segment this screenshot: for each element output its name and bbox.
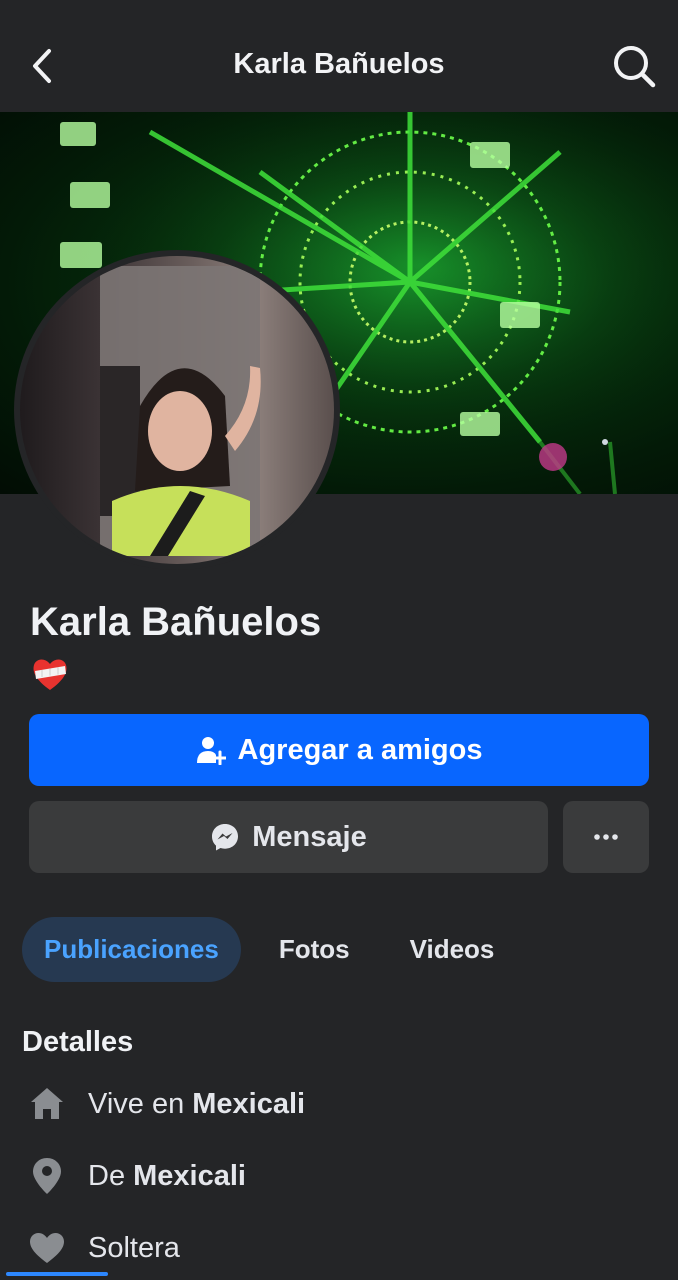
add-friend-icon [196,737,226,765]
home-icon [28,1085,66,1123]
profile-photo[interactable] [14,250,340,570]
mending-heart-emoji-icon [33,659,67,690]
more-dots-icon [594,834,618,840]
detail-from-value: Mexicali [133,1159,246,1192]
search-button[interactable] [610,42,658,90]
detail-lives-in: Vive en Mexicali [28,1084,305,1124]
page-title: Karla Bañuelos [233,48,445,80]
add-friend-button[interactable]: Agregar a amigos [29,714,649,786]
detail-lives-in-value: Mexicali [192,1087,306,1120]
profile-portrait-image [100,266,261,556]
detail-relationship: Soltera [28,1228,180,1268]
profile-name: Karla Bañuelos [30,600,322,644]
detail-from-prefix: De [88,1159,134,1192]
messenger-icon [212,824,239,851]
message-label: Mensaje [252,820,367,853]
message-button[interactable]: Mensaje [29,801,548,873]
scroll-indicator [6,1272,108,1276]
detail-lives-in-prefix: Vive en [88,1087,193,1120]
detail-relationship-text: Soltera [88,1231,180,1264]
add-friend-label: Agregar a amigos [237,733,483,766]
profile-tabs: Publicaciones Fotos Videos [22,917,494,982]
tab-videos[interactable]: Videos [410,917,495,982]
top-bar: Karla Bañuelos [0,0,678,112]
heart-icon [28,1229,66,1267]
more-options-button[interactable] [563,801,649,873]
location-pin-icon [28,1157,66,1195]
tab-publicaciones[interactable]: Publicaciones [22,917,241,982]
tab-fotos[interactable]: Fotos [279,917,350,982]
detail-from: De Mexicali [28,1156,246,1196]
details-heading: Detalles [22,1026,134,1058]
search-icon [614,46,656,88]
